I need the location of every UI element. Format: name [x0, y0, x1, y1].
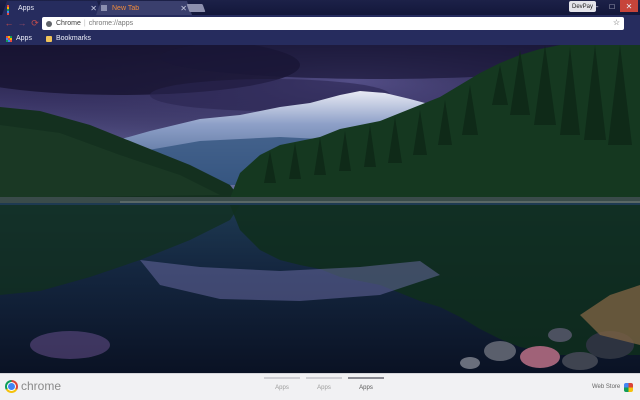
omnibox-separator: | — [83, 20, 86, 27]
forward-button[interactable]: → — [16, 17, 28, 29]
apps-grid-icon — [6, 35, 12, 42]
bookmark-folder-label: Bookmarks — [55, 35, 91, 42]
apps-grid-icon — [7, 5, 13, 11]
web-store-icon[interactable] — [624, 383, 633, 392]
bookmark-apps[interactable]: Apps — [6, 35, 32, 42]
address-bar[interactable]: Chrome | chrome://apps ☆ — [42, 17, 624, 30]
web-store-link[interactable]: Web Store — [592, 384, 620, 390]
back-button[interactable]: ← — [3, 17, 15, 29]
apps-page-tab[interactable]: Apps — [305, 377, 343, 397]
new-tab-button[interactable] — [186, 4, 206, 12]
page-tab-indicator — [306, 377, 342, 379]
new-tab-background — [0, 45, 640, 373]
page-tab-indicator — [348, 377, 384, 379]
star-icon[interactable]: ☆ — [613, 18, 620, 27]
omnibox-url[interactable]: chrome://apps — [89, 20, 133, 27]
page-icon — [101, 5, 107, 11]
close-window-button[interactable]: ✕ — [620, 0, 638, 12]
tab-title: New Tab — [112, 4, 140, 12]
tab-new-tab[interactable]: New Tab ✕ — [96, 1, 192, 15]
page-tab-indicator — [264, 377, 300, 379]
chrome-wordmark: chrome — [21, 379, 62, 393]
tab-title: Apps — [18, 4, 34, 12]
folder-icon — [45, 35, 52, 42]
close-icon[interactable]: ✕ — [90, 4, 97, 13]
bookmark-folder[interactable]: Bookmarks — [38, 35, 91, 42]
bookmark-apps-label: Apps — [16, 35, 32, 42]
tab-apps[interactable]: Apps ✕ — [2, 1, 102, 15]
apps-footer: chrome Apps Apps Apps Web Store — [0, 373, 640, 400]
chrome-logo-icon — [5, 380, 18, 393]
reload-button[interactable]: ⟳ — [29, 17, 41, 29]
bookmarks-bar: Apps Bookmarks — [0, 32, 640, 45]
toolbar: ← → ⟳ Chrome | chrome://apps ☆ — [0, 15, 640, 32]
lake-landscape-image — [0, 45, 640, 373]
maximize-button[interactable]: □ — [604, 0, 620, 12]
apps-page-tab-selected[interactable]: Apps — [347, 377, 385, 397]
page-tab-label: Apps — [359, 385, 373, 391]
chrome-page-icon — [46, 20, 52, 27]
page-tab-label: Apps — [275, 385, 289, 391]
tab-strip: Apps ✕ New Tab ✕ DevPay – □ ✕ — [0, 0, 640, 15]
omnibox-scheme: Chrome — [56, 20, 81, 27]
apps-page-tab[interactable]: Apps — [263, 377, 301, 397]
minimize-button[interactable]: – — [588, 0, 604, 12]
page-tab-label: Apps — [317, 385, 331, 391]
